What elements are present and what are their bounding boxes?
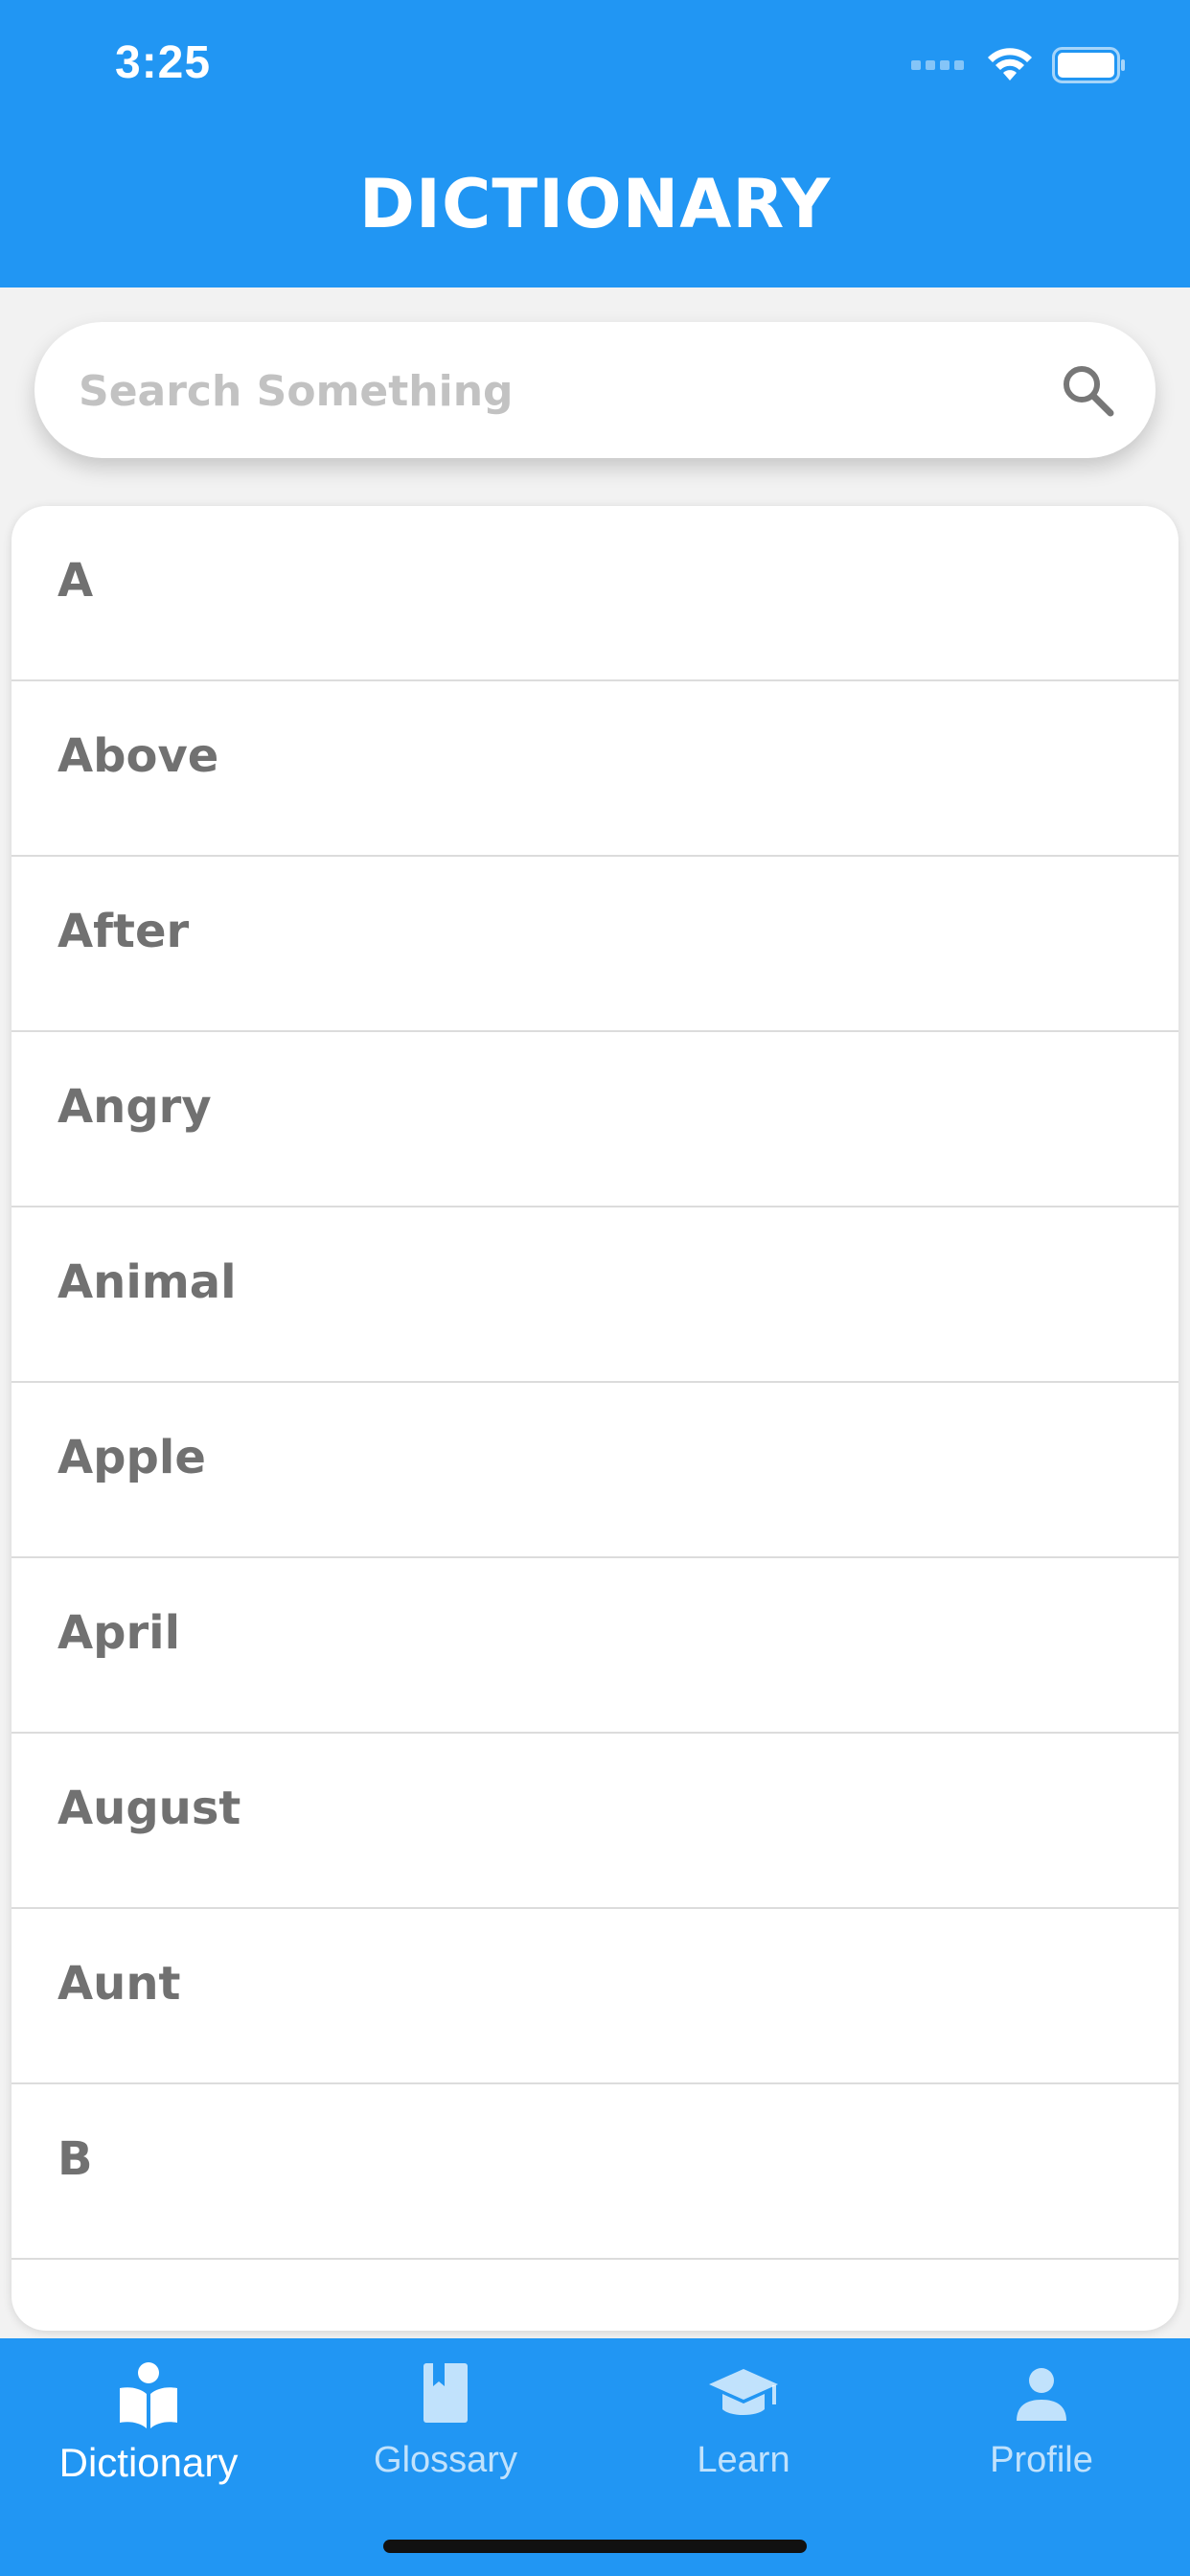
tab-profile[interactable]: Profile [893,2358,1190,2520]
app-header: 3:25 DICTIONARY [0,0,1190,288]
person-icon [1017,2368,1066,2421]
list-item-label: August [57,1782,241,1835]
tab-label: Learn [697,2440,790,2480]
list-item-label: Angry [57,1080,212,1134]
cellular-signal-icon [911,60,964,70]
list-item[interactable]: August [11,1734,1179,1909]
list-item[interactable]: Above [11,681,1179,857]
list-item[interactable]: A [11,506,1179,681]
tab-label: Profile [990,2440,1093,2480]
tab-glossary[interactable]: Glossary [297,2358,594,2520]
book-reader-icon [120,2362,177,2428]
tab-dictionary[interactable]: Dictionary [0,2358,297,2520]
list-item-label: After [57,905,190,958]
home-indicator [383,2540,807,2553]
tab-learn[interactable]: Learn [595,2358,892,2520]
list-item[interactable]: Animal [11,1208,1179,1383]
tab-label: Glossary [374,2440,517,2480]
search-icon[interactable] [1058,360,1117,420]
list-item[interactable]: Apple [11,1383,1179,1558]
list-item[interactable]: Aunt [11,1909,1179,2084]
page-title: DICTIONARY [358,165,832,243]
list-item-label: A [57,554,94,608]
battery-icon [1052,47,1125,83]
list-item[interactable]: B [11,2084,1179,2260]
list-item[interactable]: Angry [11,1032,1179,1208]
list-item[interactable]: April [11,1558,1179,1734]
status-indicators [911,46,1127,84]
search-input[interactable] [77,322,1019,460]
list-item-label: Apple [57,1431,206,1484]
list-item-label: Aunt [57,1957,181,2011]
wifi-icon [988,48,1032,80]
tab-label: Dictionary [58,2440,239,2485]
list-item[interactable]: After [11,857,1179,1032]
word-list: A Above After Angry Animal Apple April A… [11,506,1179,2331]
list-item-label: Animal [57,1255,237,1309]
search-bar [34,322,1156,460]
bookmark-book-icon [423,2363,468,2423]
list-item-label: Above [57,729,219,783]
list-item-label: April [57,1606,181,1660]
status-time: 3:25 [115,37,212,88]
list-item[interactable] [11,2260,1179,2331]
list-item-label: B [57,2132,93,2186]
graduation-cap-icon [709,2369,778,2415]
